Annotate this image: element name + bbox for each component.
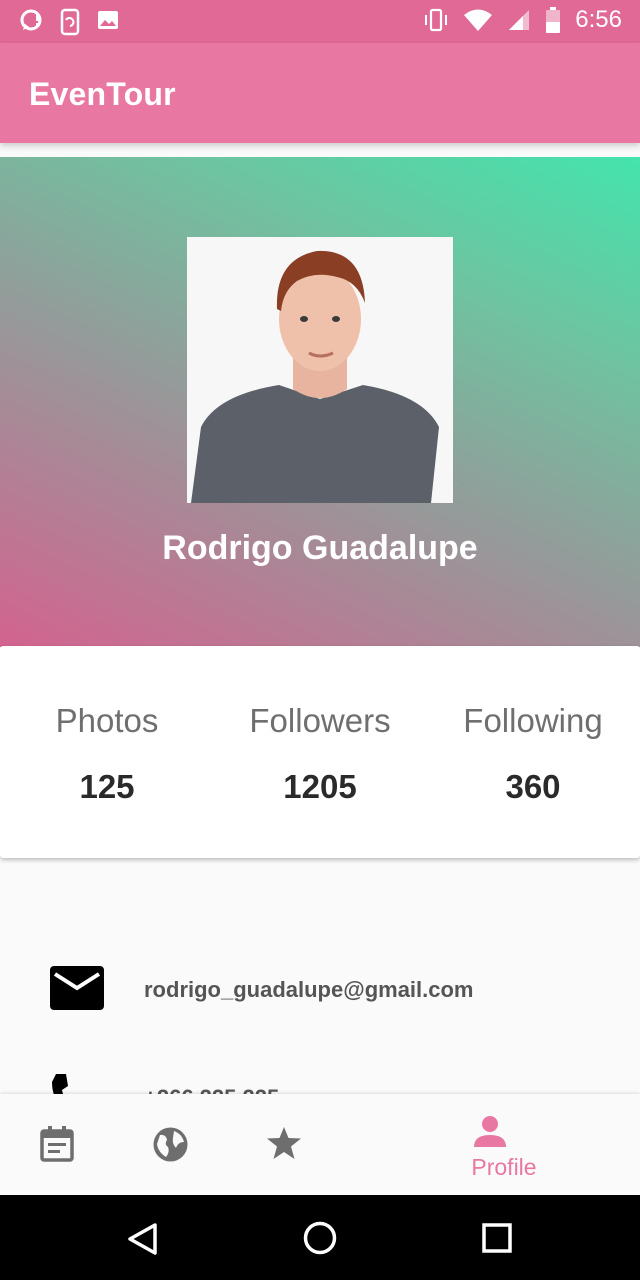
app-bar: EvenTour [0, 43, 640, 143]
phone-icon [52, 1074, 68, 1094]
profile-photo[interactable] [187, 237, 453, 503]
stat-following[interactable]: Following 360 [426, 702, 640, 806]
status-bar: 6:56 [0, 0, 640, 43]
signal-icon [509, 10, 530, 30]
battery-icon [546, 7, 561, 33]
recents-icon[interactable] [482, 1223, 512, 1253]
stat-followers[interactable]: Followers 1205 [213, 702, 427, 806]
stat-value: 1205 [283, 768, 357, 805]
back-icon[interactable] [126, 1222, 158, 1256]
stats-card: Photos 125 Followers 1205 Following 360 [0, 646, 640, 858]
stat-label: Following [463, 702, 603, 739]
system-nav-bar [0, 1195, 640, 1280]
stat-label: Followers [249, 702, 391, 739]
stat-value: 360 [505, 768, 561, 805]
status-time: 6:56 [575, 6, 622, 33]
bottom-nav: Profile [0, 1094, 640, 1195]
globe-icon [153, 1127, 188, 1162]
contact-phone-row[interactable]: +266 225 225 [0, 1068, 640, 1094]
event-note-icon [40, 1126, 74, 1162]
vibrate-icon [425, 8, 448, 32]
stat-photos[interactable]: Photos 125 [0, 702, 214, 806]
home-icon[interactable] [303, 1221, 337, 1255]
stat-label: Photos [55, 702, 159, 739]
contact-email: rodrigo_guadalupe@gmail.com [144, 977, 474, 1002]
stat-value: 125 [79, 768, 135, 805]
star-icon [267, 1127, 301, 1159]
contact-email-row[interactable]: rodrigo_guadalupe@gmail.com [0, 960, 640, 1020]
email-icon [50, 966, 104, 1010]
person-icon [474, 1116, 506, 1147]
nav-profile-label: Profile [471, 1154, 537, 1180]
image-icon [98, 11, 118, 29]
profile-name: Rodrigo Guadalupe [162, 529, 478, 567]
phone-rotate-icon [60, 8, 80, 36]
avatar-person-image [187, 237, 453, 503]
whatsapp-icon [20, 9, 42, 31]
wifi-icon [464, 9, 493, 31]
contact-phone: +266 225 225 [144, 1085, 279, 1094]
profile-header: Rodrigo Guadalupe [0, 157, 640, 647]
app-title: EvenTour [29, 76, 176, 112]
